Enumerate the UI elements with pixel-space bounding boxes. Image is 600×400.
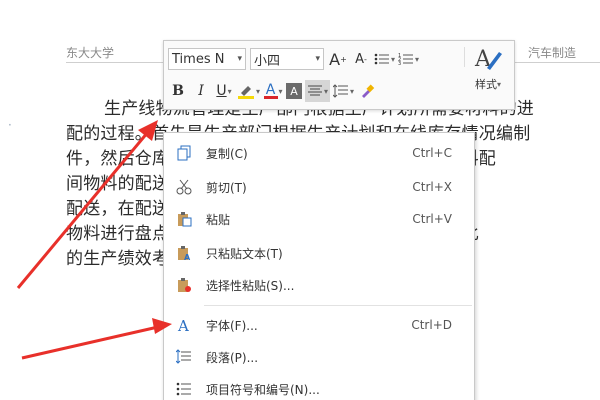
font-color-icon: A <box>265 81 276 98</box>
menu-item-cut[interactable]: 剪切(T) Ctrl+X <box>164 171 474 203</box>
menu-item-label: 段落(P)... <box>206 350 259 365</box>
menu-item-label: 选择性粘贴(S)... <box>206 278 295 293</box>
font-color-swatch <box>263 95 278 99</box>
char-shading-icon: A <box>290 84 298 98</box>
toolbar-row-2: B I U ▾ ▾ A ▾ A ▾ ▾ <box>168 78 380 104</box>
styles-button[interactable]: A 样式 ▾ <box>466 44 510 106</box>
bold-button[interactable]: B <box>168 80 188 102</box>
menu-item-label: 剪切(T) <box>206 180 247 195</box>
chevron-down-icon: ▾ <box>227 86 232 96</box>
svg-text:A: A <box>177 317 189 333</box>
highlighter-icon <box>238 86 254 99</box>
svg-text:A: A <box>184 253 191 261</box>
chevron-down-icon: ▾ <box>391 54 396 64</box>
paste-icon <box>174 209 194 229</box>
menu-item-label: 粘贴 <box>206 212 231 227</box>
font-size-value: 小四 <box>254 53 281 69</box>
align-button[interactable]: ▾ <box>305 80 331 102</box>
grow-font-button[interactable]: A + <box>328 48 348 70</box>
numbering-button[interactable]: 1 2 3 ▾ <box>398 48 419 70</box>
char-shading-button[interactable]: A <box>286 83 303 99</box>
paragraph-icon <box>174 347 194 367</box>
chevron-down-icon: ▾ <box>350 86 355 96</box>
menu-item-label: 复制(C) <box>206 146 248 161</box>
underline-button[interactable]: U ▾ <box>214 80 234 102</box>
chevron-down-icon: ▾ <box>315 54 320 64</box>
header-right-text: 汽车制造 <box>528 46 577 60</box>
bullets-icon <box>374 53 389 65</box>
menu-item-paste-text-only[interactable]: A 只粘贴文本(T) <box>164 237 474 269</box>
numbering-icon: 1 2 3 <box>398 53 414 66</box>
menu-item-font[interactable]: A 字体(F)... Ctrl+D <box>164 309 474 341</box>
font-color-button[interactable]: A ▾ <box>263 80 283 102</box>
shrink-font-icon: A <box>355 51 364 67</box>
menu-item-label: 字体(F)... <box>206 318 258 333</box>
menu-item-label: 只粘贴文本(T) <box>206 246 283 261</box>
shrink-font-button[interactable]: A- <box>351 48 371 70</box>
format-painter-button[interactable] <box>357 80 377 102</box>
bullets-button[interactable]: ▾ <box>374 48 395 70</box>
chevron-down-icon: ▾ <box>415 54 420 64</box>
menu-item-label: 项目符号和编号(N)... <box>206 382 320 397</box>
chevron-down-icon: ▾ <box>324 86 329 96</box>
toolbar-row-1: Times N ▾ 小四 ▾ A + A- ▾ 1 2 3 ▾ <box>168 46 422 72</box>
line-spacing-button[interactable]: ▾ <box>333 80 354 102</box>
scissors-icon <box>174 177 194 197</box>
paste-text-icon: A <box>174 243 194 263</box>
menu-item-shortcut: Ctrl+D <box>411 318 452 332</box>
menu-item-shortcut: Ctrl+V <box>412 212 452 226</box>
menu-item-shortcut: Ctrl+C <box>412 146 452 160</box>
font-size-combo[interactable]: 小四 ▾ <box>250 48 324 70</box>
menu-item-paragraph[interactable]: 段落(P)... <box>164 341 474 373</box>
toolbar-separator <box>464 47 465 67</box>
bullets-numbering-icon <box>174 379 194 399</box>
svg-text:3: 3 <box>398 61 401 66</box>
align-center-icon <box>308 85 323 96</box>
styles-label: 样式 <box>474 78 497 91</box>
copy-icon <box>174 143 194 163</box>
underline-icon: U <box>216 83 227 99</box>
menu-item-copy[interactable]: 复制(C) Ctrl+C <box>164 137 474 169</box>
font-name-value: Times N <box>172 51 225 67</box>
header-left-text: 东大大学 <box>66 46 115 60</box>
font-icon: A <box>174 315 194 335</box>
paste-special-icon <box>174 275 194 295</box>
menu-item-paste[interactable]: 粘贴 Ctrl+V <box>164 203 474 235</box>
menu-item-shortcut: Ctrl+X <box>412 180 452 194</box>
mini-formatting-toolbar: Times N ▾ 小四 ▾ A + A- ▾ 1 2 3 ▾ B I U ▾ … <box>163 40 515 110</box>
italic-button[interactable]: I <box>191 80 211 102</box>
margin-marker: · <box>8 118 12 132</box>
line-spacing-icon <box>333 84 349 98</box>
grow-font-icon: A <box>329 49 341 69</box>
chevron-down-icon: ▾ <box>496 79 501 89</box>
chevron-down-icon: ▾ <box>278 86 283 96</box>
chevron-down-icon: ▾ <box>237 54 242 64</box>
highlight-button[interactable]: ▾ <box>237 80 260 102</box>
chevron-down-icon: ▾ <box>256 86 261 96</box>
menu-item-paste-special[interactable]: 选择性粘贴(S)... <box>164 269 474 301</box>
context-menu: 复制(C) Ctrl+C 剪切(T) Ctrl+X 粘贴 Ctrl+V A 只粘… <box>163 132 475 400</box>
font-name-combo[interactable]: Times N ▾ <box>168 48 246 70</box>
menu-separator <box>204 305 472 306</box>
menu-item-bullets-numbering[interactable]: 项目符号和编号(N)... <box>164 373 474 400</box>
styles-icon: A <box>474 47 502 72</box>
format-painter-icon <box>362 84 375 98</box>
